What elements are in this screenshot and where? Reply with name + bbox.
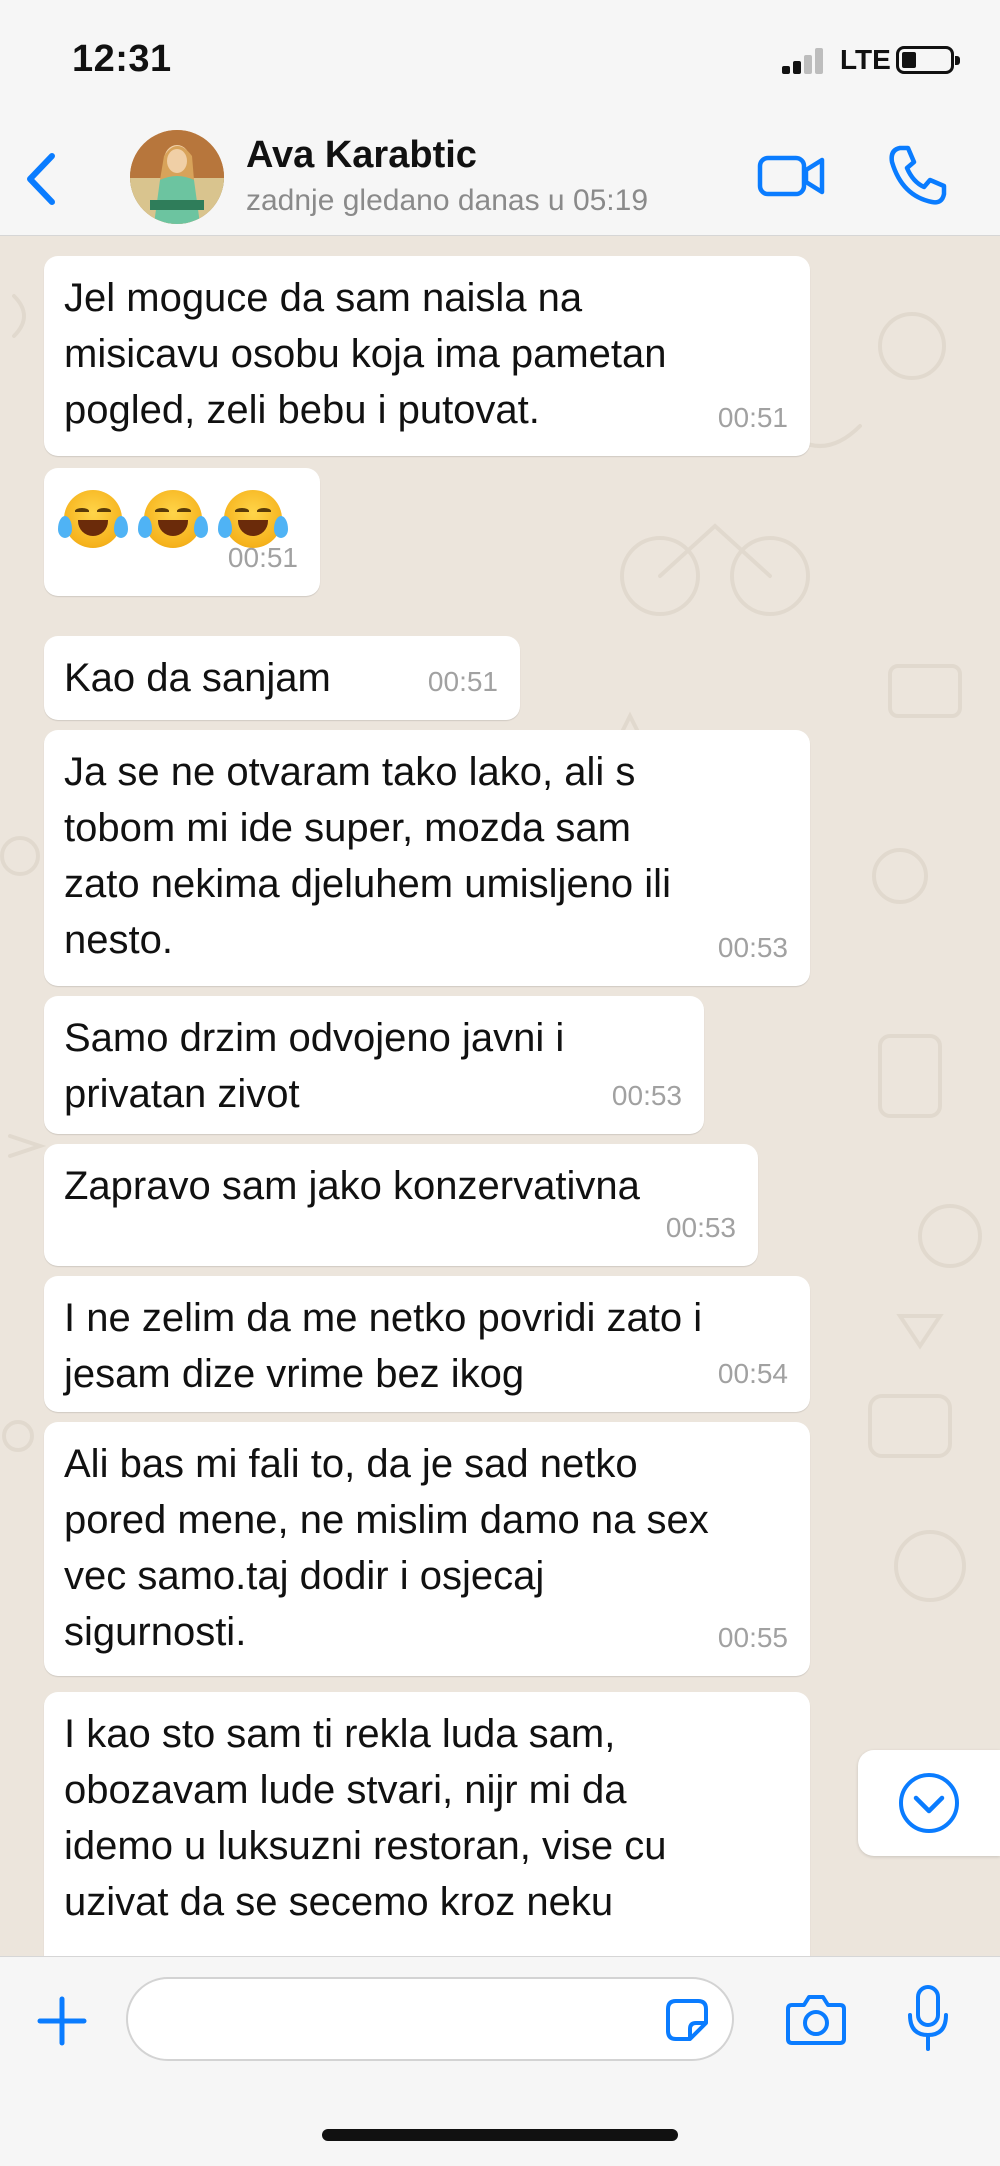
message-bubble[interactable]: Jel moguce da sam naisla na misicavu oso… (44, 256, 810, 456)
message-bubble[interactable]: 00:51 (44, 468, 320, 596)
microphone-icon (908, 1985, 948, 2051)
contact-last-seen: zadnje gledano danas u 05:19 (246, 184, 649, 217)
message-text: Ali bas mi fali to, da je sad netko pore… (64, 1442, 709, 1654)
battery-icon (896, 46, 960, 74)
voice-call-button[interactable] (884, 142, 950, 208)
avatar[interactable] (130, 130, 224, 224)
camera-button[interactable] (784, 1993, 848, 2047)
message-time: 00:53 (665, 1212, 736, 1243)
scroll-to-bottom-button[interactable] (858, 1750, 1000, 1856)
message-bubble[interactable]: Zapravo sam jako konzervativna 00:53 (44, 1144, 758, 1266)
message-time: 00:51 (427, 666, 498, 697)
chat-header: Ava Karabtic zadnje gledano danas u 05:1… (0, 120, 1000, 236)
message-bubble[interactable]: Kao da sanjam 00:51 (44, 636, 520, 720)
signal-icon (782, 48, 832, 74)
network-label: LTE (840, 44, 891, 75)
message-text: Jel moguce da sam naisla na misicavu oso… (64, 276, 667, 432)
microphone-button[interactable] (904, 1983, 952, 2055)
status-time: 12:31 (72, 38, 172, 80)
message-bubble[interactable]: Ali bas mi fali to, da je sad netko pore… (44, 1422, 810, 1676)
message-time: 00:55 (717, 1622, 788, 1653)
face-with-tears-of-joy-icon (138, 490, 208, 548)
home-indicator (322, 2129, 678, 2141)
message-bubble[interactable]: I ne zelim da me netko povridi zato i je… (44, 1276, 810, 1412)
message-text: I ne zelim da me netko povridi zato i je… (64, 1296, 703, 1396)
message-time: 00:51 (227, 542, 298, 573)
sticker-button[interactable] (664, 1997, 710, 2043)
back-chevron-icon (27, 153, 55, 205)
message-bubble[interactable]: Ja se ne otvaram tako lako, ali s tobom … (44, 730, 810, 986)
message-text: I kao sto sam ti rekla luda sam, obozava… (64, 1712, 667, 1924)
sticker-icon (666, 1999, 708, 2041)
message-text: Samo drzim odvojeno javni i privatan ziv… (64, 1016, 565, 1116)
back-button[interactable] (18, 144, 68, 214)
message-input[interactable] (126, 1977, 734, 2061)
face-with-tears-of-joy-icon (58, 490, 128, 548)
message-time: 00:53 (717, 932, 788, 963)
message-input-bar (0, 1956, 1000, 2166)
plus-icon (37, 1996, 87, 2046)
message-bubble[interactable]: I kao sto sam ti rekla luda sam, obozava… (44, 1692, 810, 1956)
video-call-button[interactable] (756, 150, 828, 202)
contact-name[interactable]: Ava Karabtic (246, 134, 477, 177)
attach-button[interactable] (34, 1993, 90, 2049)
camera-icon (786, 1995, 846, 2045)
status-bar: 12:31 LTE (0, 0, 1000, 120)
message-time: 00:53 (611, 1080, 682, 1111)
message-time: 00:51 (717, 402, 788, 433)
message-text: Zapravo sam jako konzervativna (64, 1164, 640, 1208)
avatar-photo (130, 130, 224, 224)
chat-messages[interactable]: Jel moguce da sam naisla na misicavu oso… (0, 236, 1000, 1956)
message-time: 00:54 (717, 1358, 788, 1389)
message-text: Ja se ne otvaram tako lako, ali s tobom … (64, 750, 671, 962)
video-camera-icon (757, 155, 825, 197)
chevron-down-icon (899, 1773, 959, 1833)
message-bubble[interactable]: Samo drzim odvojeno javni i privatan ziv… (44, 996, 704, 1134)
phone-icon (889, 145, 947, 205)
